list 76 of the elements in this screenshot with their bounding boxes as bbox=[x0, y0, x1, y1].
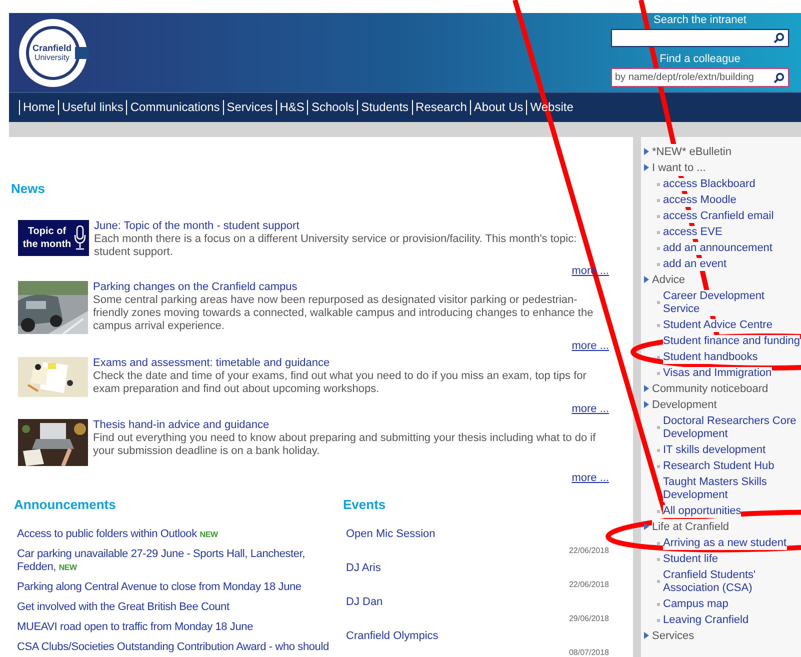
news-summary: Check the date and time of your exams, find out what you need to do if you miss an exam, top tips for exam preparation and find out about upcoming workshops. bbox=[93, 370, 588, 396]
sidebar-link[interactable]: Campus map bbox=[663, 598, 728, 610]
nav-link[interactable]: Students bbox=[357, 100, 412, 115]
logo-text: Cranfield bbox=[32, 42, 72, 52]
sidebar-link[interactable]: All opportunities bbox=[663, 504, 742, 518]
triangle-icon bbox=[644, 385, 649, 392]
banner-text: Topic of the month bbox=[22, 224, 72, 250]
logo-text: University bbox=[34, 52, 70, 62]
nav-link[interactable]: Services bbox=[222, 100, 276, 115]
sidebar-link[interactable]: Student finance and funding bbox=[663, 334, 800, 348]
section-heading: Announcements bbox=[14, 496, 117, 514]
announcement-link[interactable]: MUEAVI road open to traffic from Monday 18 June bbox=[17, 621, 339, 634]
triangle-icon bbox=[644, 401, 649, 408]
announcement-link[interactable]: CSA Clubs/Societies Outstanding Contribution Award - who should bbox=[17, 641, 339, 654]
news-title-link[interactable]: Parking changes on the Cranfield campus bbox=[93, 281, 609, 294]
announcement-link[interactable]: Parking along Central Avenue to close from Monday 18 June bbox=[17, 581, 339, 594]
sidebar-link[interactable]: access Moodle bbox=[663, 194, 736, 206]
news-title-link[interactable]: Thesis hand-in advice and guidance bbox=[93, 419, 609, 432]
search-field[interactable] bbox=[611, 29, 789, 47]
nav-link[interactable]: Schools bbox=[307, 100, 358, 115]
sidebar-link[interactable]: add an event bbox=[663, 258, 727, 270]
more-link[interactable]: more ... bbox=[572, 400, 609, 417]
event-date: 29/06/2018 bbox=[568, 613, 609, 625]
sidebar-link[interactable]: Student Advice Centre bbox=[663, 318, 772, 332]
news-summary: Some central parking areas have now been repurposed as designated visitor parking or pedestrian-friendly zones moving towards a connected, walkable campus and introducing changes to enhance the campus arrival experience. bbox=[93, 294, 594, 333]
announcement-link[interactable]: Access to public folders within Outlook NEW bbox=[17, 528, 339, 541]
news-summary: Each month there is a focus on a different University service or provision/facility. This month's topic: student support. bbox=[94, 232, 578, 258]
event-link[interactable]: Open Mic Session bbox=[346, 528, 609, 541]
nav-link[interactable]: About Us bbox=[470, 100, 526, 115]
event-date: 08/07/2018 bbox=[568, 647, 609, 657]
news-title-link[interactable]: Exams and assessment: timetable and guidance bbox=[93, 356, 609, 370]
logo-drawing bbox=[17, 16, 89, 88]
sidebar-link[interactable]: IT skills development bbox=[663, 444, 766, 456]
sidebar-link[interactable]: access Blackboard bbox=[663, 178, 756, 190]
event-link[interactable]: DJ Aris bbox=[346, 562, 609, 575]
sidebar-link[interactable]: Student handbooks bbox=[663, 350, 758, 364]
microphone-icon bbox=[74, 224, 86, 250]
triangle-icon bbox=[644, 164, 649, 171]
announcement-link[interactable]: Car parking unavailable 27-29 June - Sports Hall, Lanchester, Fedden, NEW bbox=[17, 548, 339, 574]
nav-link[interactable]: H&S bbox=[276, 100, 308, 115]
nav-link[interactable]: Home bbox=[19, 100, 58, 115]
nav-link[interactable]: Communications bbox=[126, 100, 223, 115]
sidebar-link[interactable]: Research Student Hub bbox=[663, 460, 774, 472]
sidebar-link[interactable]: access EVE bbox=[663, 226, 722, 238]
sidebar-link[interactable]: access Cranfield email bbox=[663, 210, 774, 222]
event-link[interactable]: Cranfield Olympics bbox=[346, 630, 609, 643]
sidebar-link[interactable]: Arriving as a new student bbox=[663, 536, 787, 550]
colleague-search-field[interactable]: by name/dept/role/extn/building bbox=[611, 68, 789, 87]
search-label: Search the intranet bbox=[654, 14, 746, 27]
announcement-link[interactable]: Get involved with the Great British Bee Count bbox=[17, 601, 339, 614]
nav-link[interactable]: Research bbox=[412, 100, 470, 115]
section-heading: Events bbox=[343, 496, 387, 514]
triangle-icon bbox=[644, 632, 649, 639]
triangle-icon bbox=[644, 523, 649, 530]
more-link[interactable]: more ... bbox=[572, 338, 609, 354]
sidebar-section-link[interactable]: Development bbox=[652, 397, 717, 413]
event-link[interactable]: DJ Dan bbox=[346, 596, 609, 609]
sidebar-link[interactable]: Visas and Immigration bbox=[663, 366, 772, 380]
search-icon bbox=[773, 32, 785, 44]
triangle-icon bbox=[644, 276, 649, 283]
news-title-link[interactable]: June: Topic of the month - student support bbox=[94, 220, 609, 232]
event-date: 22/06/2018 bbox=[568, 545, 609, 557]
colleague-label: Find a colleague bbox=[660, 53, 740, 66]
sidebar-section-link[interactable]: *NEW* eBulletin bbox=[652, 144, 732, 160]
event-date: 22/06/2018 bbox=[568, 579, 609, 591]
triangle-icon bbox=[644, 148, 649, 155]
section-heading: News bbox=[11, 180, 46, 198]
sidebar-section-link[interactable]: I want to ... bbox=[652, 160, 706, 176]
sidebar-link[interactable]: Student life bbox=[663, 552, 718, 566]
sidebar-link[interactable]: add an announcement bbox=[663, 242, 772, 254]
news-summary: Find out everything you need to know about preparing and submitting your thesis including what to do if your submission deadline is on a bank holiday. bbox=[93, 432, 597, 458]
sidebar-link[interactable]: Leaving Cranfield bbox=[663, 614, 749, 626]
more-link[interactable]: more ... bbox=[572, 470, 609, 486]
search-icon bbox=[773, 72, 785, 84]
nav-link[interactable]: Useful links bbox=[58, 100, 126, 115]
sidebar-section-link[interactable]: Community noticeboard bbox=[652, 381, 768, 397]
